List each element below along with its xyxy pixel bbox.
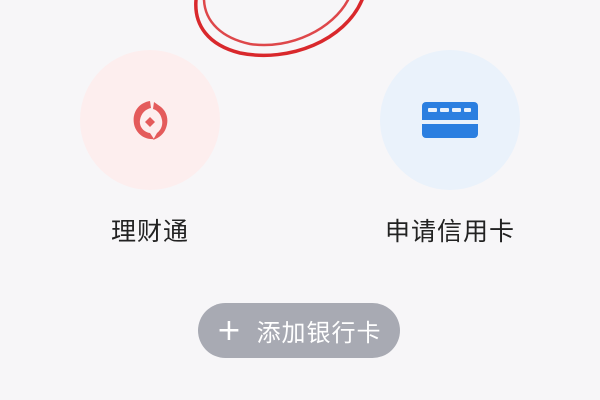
licaitong-fish-icon: [133, 101, 168, 140]
wallet-screen: 理财通 申请信用卡 + 添加银行卡: [0, 0, 600, 400]
annotation-stroke-inner: [202, 0, 350, 47]
credit-card-icon: [422, 102, 478, 138]
licaitong-label: 理财通: [110, 217, 189, 246]
add-bank-card-label: 添加银行卡: [256, 319, 382, 347]
licaitong-icon-circle: [80, 50, 220, 190]
add-bank-card-button[interactable]: + 添加银行卡: [198, 303, 400, 358]
credit-card-icon-circle: [380, 50, 520, 190]
apply-credit-card-tile[interactable]: 申请信用卡: [350, 50, 550, 248]
licaitong-tile[interactable]: 理财通: [50, 50, 250, 248]
plus-icon: +: [216, 312, 243, 348]
apply-credit-card-label: 申请信用卡: [384, 217, 515, 246]
annotation-stroke: [194, 0, 364, 58]
